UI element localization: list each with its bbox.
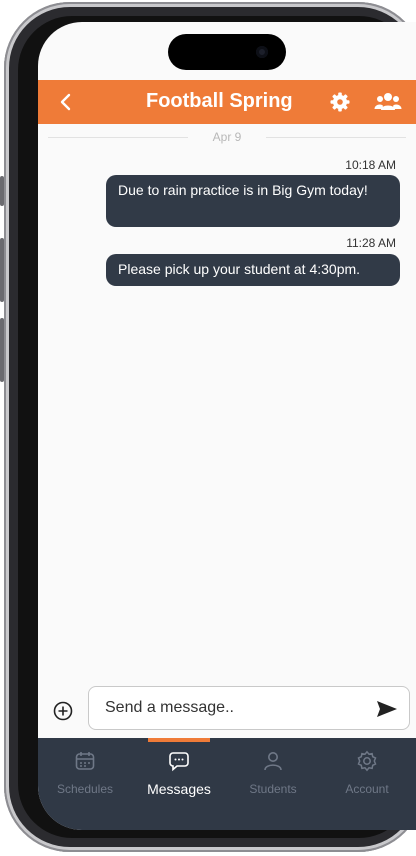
plus-circle-icon	[53, 701, 73, 721]
settings-button[interactable]	[330, 92, 350, 112]
send-button[interactable]	[375, 699, 399, 719]
tab-label: Schedules	[56, 782, 114, 796]
side-button	[0, 238, 4, 302]
person-icon	[264, 752, 282, 771]
members-button[interactable]	[374, 90, 402, 114]
back-button[interactable]	[52, 88, 80, 116]
attach-button[interactable]	[52, 700, 74, 722]
calendar-icon	[75, 752, 95, 770]
app-header: Football Spring	[38, 80, 416, 124]
tab-label: Messages	[147, 781, 211, 797]
bottom-tab-bar: Schedules Messages Students Account	[38, 738, 416, 830]
app-screen: Football Spring Apr 9 10:18 AM Due to ra…	[38, 22, 416, 830]
tab-messages[interactable]: Messages	[132, 738, 226, 830]
dynamic-island	[168, 34, 286, 70]
composer: Send a message..	[38, 684, 416, 738]
group-icon	[374, 93, 402, 110]
tab-label: Account	[345, 782, 389, 796]
message-timestamp: 10:18 AM	[345, 158, 396, 172]
gear-icon	[330, 92, 350, 112]
gear-icon	[357, 750, 377, 772]
tab-label: Students	[249, 782, 297, 796]
side-button	[0, 318, 4, 382]
tab-account[interactable]: Account	[320, 738, 414, 830]
message-timestamp: 11:28 AM	[346, 236, 396, 250]
page-title: Football Spring	[146, 90, 293, 112]
side-button	[0, 176, 4, 206]
message-bubble[interactable]: Due to rain practice is in Big Gym today…	[106, 175, 400, 227]
date-label: Apr 9	[212, 130, 242, 144]
date-divider: Apr 9	[38, 124, 416, 150]
camera-icon	[256, 46, 268, 58]
active-tab-indicator	[148, 738, 210, 742]
chevron-left-icon	[60, 93, 71, 111]
tab-schedules[interactable]: Schedules	[38, 738, 132, 830]
send-icon	[377, 701, 397, 717]
message-bubble[interactable]: Please pick up your student at 4:30pm.	[106, 254, 400, 286]
chat-bubble-icon	[169, 752, 189, 772]
message-input-placeholder: Send a message..	[105, 699, 234, 716]
message-input[interactable]: Send a message..	[88, 686, 410, 730]
tab-students[interactable]: Students	[226, 738, 320, 830]
